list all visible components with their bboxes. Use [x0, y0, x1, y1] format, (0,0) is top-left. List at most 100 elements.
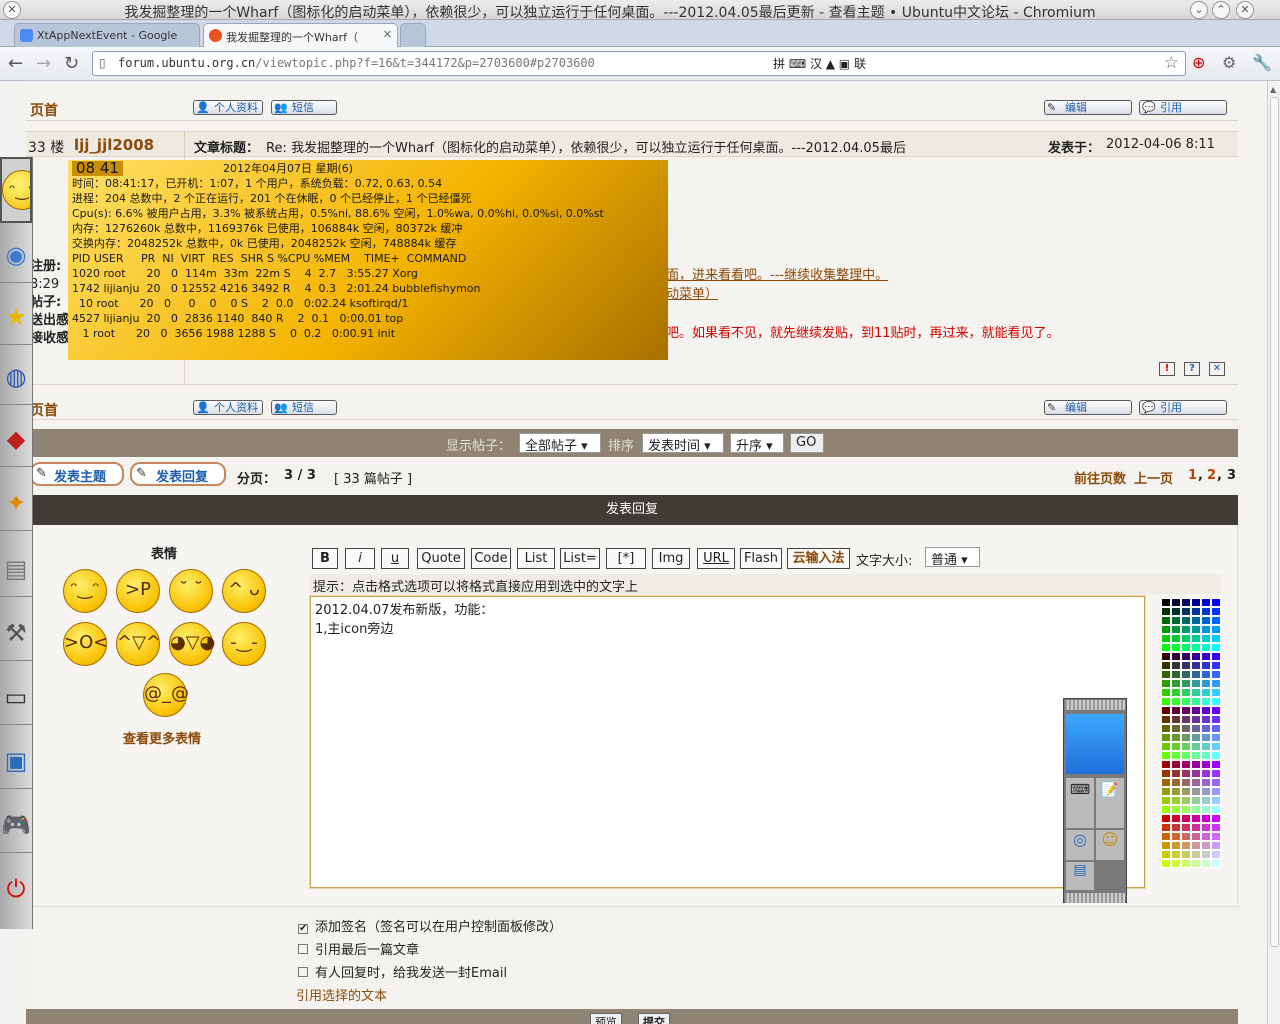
- power-launcher-icon[interactable]: ⏻: [0, 861, 32, 917]
- quote-button[interactable]: 💬 引用: [1139, 400, 1227, 415]
- color-swatch[interactable]: [1211, 751, 1221, 760]
- font-size-select[interactable]: 普通 ▾: [925, 547, 980, 568]
- color-swatch[interactable]: [1181, 724, 1191, 733]
- color-swatch[interactable]: [1181, 634, 1191, 643]
- color-swatch[interactable]: [1171, 679, 1181, 688]
- color-swatch[interactable]: [1191, 751, 1201, 760]
- minimize-button[interactable]: ⌄: [1190, 1, 1208, 19]
- color-swatch[interactable]: [1191, 706, 1201, 715]
- report-icon[interactable]: !: [1159, 362, 1175, 376]
- sweat-icon[interactable]: ^▽^: [116, 622, 161, 666]
- color-swatch[interactable]: [1181, 616, 1191, 625]
- color-swatch[interactable]: [1161, 616, 1171, 625]
- color-swatch[interactable]: [1201, 634, 1211, 643]
- underline-button[interactable]: u: [381, 548, 409, 569]
- color-swatch[interactable]: [1201, 706, 1211, 715]
- color-swatch[interactable]: [1211, 688, 1221, 697]
- color-swatch[interactable]: [1191, 670, 1201, 679]
- color-swatch[interactable]: [1191, 652, 1201, 661]
- color-swatch[interactable]: [1211, 715, 1221, 724]
- edit-button[interactable]: ✎ 编辑: [1044, 100, 1132, 115]
- color-swatch[interactable]: [1201, 814, 1211, 823]
- color-swatch[interactable]: [1171, 625, 1181, 634]
- color-swatch[interactable]: [1201, 841, 1211, 850]
- color-swatch[interactable]: [1161, 805, 1171, 814]
- bookmark-star-icon[interactable]: ☆: [1164, 53, 1179, 73]
- color-swatch[interactable]: [1171, 670, 1181, 679]
- tongue-icon[interactable]: >P: [116, 569, 160, 613]
- color-swatch[interactable]: [1191, 598, 1201, 607]
- color-swatch[interactable]: [1181, 670, 1191, 679]
- color-swatch[interactable]: [1171, 760, 1181, 769]
- color-swatch[interactable]: [1161, 832, 1171, 841]
- color-swatch[interactable]: [1171, 652, 1181, 661]
- color-swatch[interactable]: [1201, 778, 1211, 787]
- color-swatch[interactable]: [1171, 742, 1181, 751]
- reload-icon[interactable]: ↻: [64, 53, 79, 74]
- option-signature[interactable]: ✔ 添加签名（签名可以在用户控制面板修改）: [298, 916, 562, 939]
- color-swatch[interactable]: [1181, 823, 1191, 832]
- color-swatch[interactable]: [1191, 859, 1201, 868]
- pm-button[interactable]: 👥 短信: [271, 400, 337, 415]
- color-swatch[interactable]: [1211, 760, 1221, 769]
- color-swatch[interactable]: [1211, 661, 1221, 670]
- preview-button[interactable]: 预览: [590, 1013, 622, 1024]
- delete-icon[interactable]: ✕: [1209, 362, 1225, 376]
- top-link[interactable]: 页首: [30, 100, 58, 120]
- email-checkbox[interactable]: [298, 967, 308, 977]
- color-swatch[interactable]: [1211, 823, 1221, 832]
- color-palette[interactable]: [1161, 598, 1221, 870]
- tools-launcher-icon[interactable]: ⚒: [0, 605, 32, 661]
- color-swatch[interactable]: [1191, 778, 1201, 787]
- top-link[interactable]: 页首: [30, 400, 58, 420]
- url-button[interactable]: URL: [697, 548, 735, 569]
- color-swatch[interactable]: [1181, 715, 1191, 724]
- color-swatch[interactable]: [1181, 859, 1191, 868]
- color-swatch[interactable]: [1181, 607, 1191, 616]
- adblock-icon[interactable]: ⊕: [1192, 53, 1205, 72]
- reply-button[interactable]: ✎ 发表回复: [130, 462, 226, 486]
- color-swatch[interactable]: [1191, 787, 1201, 796]
- color-swatch[interactable]: [1201, 616, 1211, 625]
- page-scrollbar[interactable]: ▲: [1267, 81, 1280, 1024]
- goto-page-link[interactable]: 前往页数: [1074, 468, 1126, 487]
- thumb-icon[interactable]: -‿-: [222, 622, 266, 666]
- signature-checkbox[interactable]: ✔: [298, 924, 308, 934]
- color-swatch[interactable]: [1211, 634, 1221, 643]
- order-select[interactable]: 升序 ▾: [730, 433, 784, 454]
- page-link-2[interactable]: 2: [1207, 468, 1216, 483]
- maximize-button[interactable]: ⌃: [1212, 1, 1230, 19]
- color-swatch[interactable]: [1161, 841, 1171, 850]
- color-swatch[interactable]: [1161, 778, 1171, 787]
- color-swatch[interactable]: [1161, 742, 1171, 751]
- author-link[interactable]: ljj_jjl2008: [74, 136, 154, 154]
- color-swatch[interactable]: [1171, 733, 1181, 742]
- color-swatch[interactable]: [1191, 616, 1201, 625]
- blush-icon[interactable]: ˘ ˘: [169, 569, 213, 613]
- color-swatch[interactable]: [1201, 760, 1211, 769]
- color-swatch[interactable]: [1171, 859, 1181, 868]
- color-swatch[interactable]: [1201, 679, 1211, 688]
- color-swatch[interactable]: [1211, 787, 1221, 796]
- color-swatch[interactable]: [1191, 715, 1201, 724]
- color-swatch[interactable]: [1201, 643, 1211, 652]
- forward-icon[interactable]: →: [36, 53, 51, 74]
- dizzy-icon[interactable]: @_@: [143, 673, 189, 717]
- color-swatch[interactable]: [1171, 661, 1181, 670]
- color-swatch[interactable]: [1181, 733, 1191, 742]
- color-swatch[interactable]: [1211, 850, 1221, 859]
- color-swatch[interactable]: [1201, 715, 1211, 724]
- color-swatch[interactable]: [1201, 751, 1211, 760]
- color-swatch[interactable]: [1211, 607, 1221, 616]
- color-swatch[interactable]: [1161, 796, 1171, 805]
- cry-icon[interactable]: >O<: [63, 622, 108, 666]
- color-swatch[interactable]: [1161, 724, 1171, 733]
- color-swatch[interactable]: [1161, 634, 1171, 643]
- color-swatch[interactable]: [1161, 598, 1171, 607]
- color-swatch[interactable]: [1211, 706, 1221, 715]
- color-swatch[interactable]: [1171, 832, 1181, 841]
- color-swatch[interactable]: [1171, 724, 1181, 733]
- profile-button[interactable]: 👤 个人资料: [193, 400, 263, 415]
- messenger-icon[interactable]: ☺: [1096, 830, 1124, 860]
- color-swatch[interactable]: [1181, 769, 1191, 778]
